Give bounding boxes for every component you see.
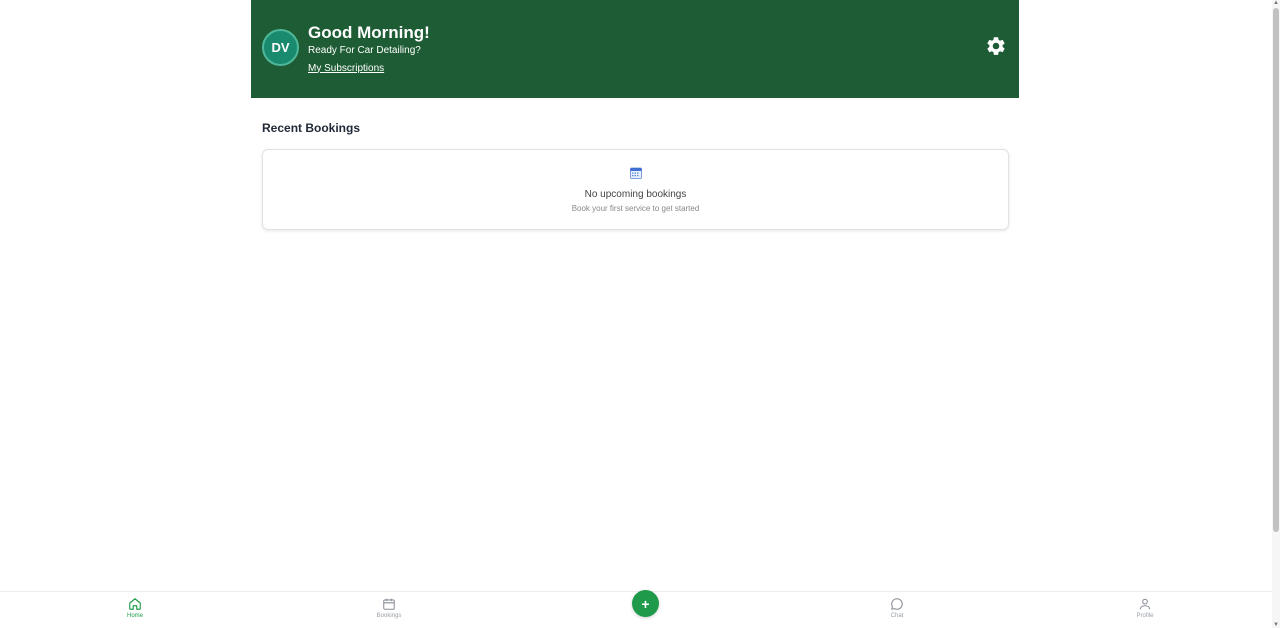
user-icon: [1139, 598, 1151, 610]
nav-label-home: Home: [126, 613, 143, 619]
nav-item-home[interactable]: Home: [105, 597, 165, 619]
chat-icon: [891, 598, 903, 610]
page-scrollbar[interactable]: ▲ ▼: [1272, 0, 1280, 628]
greeting-title: Good Morning!: [308, 22, 430, 42]
nav-item-bookings[interactable]: Bookings: [359, 597, 419, 619]
scroll-up-arrow-icon[interactable]: ▲: [1272, 0, 1280, 6]
calendar-icon: [383, 598, 395, 610]
greeting-block: Good Morning! Ready For Car Detailing? M…: [308, 23, 430, 76]
greeting-subtitle: Ready For Car Detailing?: [308, 44, 421, 56]
header-banner: DV Good Morning! Ready For Car Detailing…: [251, 0, 1019, 98]
empty-bookings-card: No upcoming bookings Book your first ser…: [262, 149, 1009, 230]
empty-bookings-subtitle: Book your first service to get started: [571, 204, 700, 213]
nav-item-chat[interactable]: Chat: [867, 597, 927, 619]
avatar[interactable]: DV: [262, 28, 299, 66]
gear-icon: [987, 37, 1005, 55]
nav-label-profile: Profile: [1136, 613, 1154, 619]
app-page: DV Good Morning! Ready For Car Detailing…: [0, 0, 1280, 628]
nav-label-bookings: Bookings: [376, 613, 402, 619]
empty-bookings-title: No upcoming bookings: [584, 189, 687, 200]
nav-item-profile[interactable]: Profile: [1115, 597, 1175, 619]
add-booking-button[interactable]: +: [632, 590, 659, 617]
scroll-down-arrow-icon[interactable]: ▼: [1272, 622, 1280, 628]
calendar-icon: [630, 167, 642, 179]
settings-button[interactable]: [985, 35, 1007, 57]
scroll-thumb[interactable]: [1273, 8, 1279, 532]
home-icon: [129, 598, 141, 610]
nav-label-chat: Chat: [890, 613, 904, 619]
recent-bookings-title: Recent Bookings: [262, 121, 361, 135]
my-subscriptions-link[interactable]: My Subscriptions: [308, 62, 384, 76]
bottom-navigation: Home Bookings + Chat Profile: [0, 590, 1272, 628]
